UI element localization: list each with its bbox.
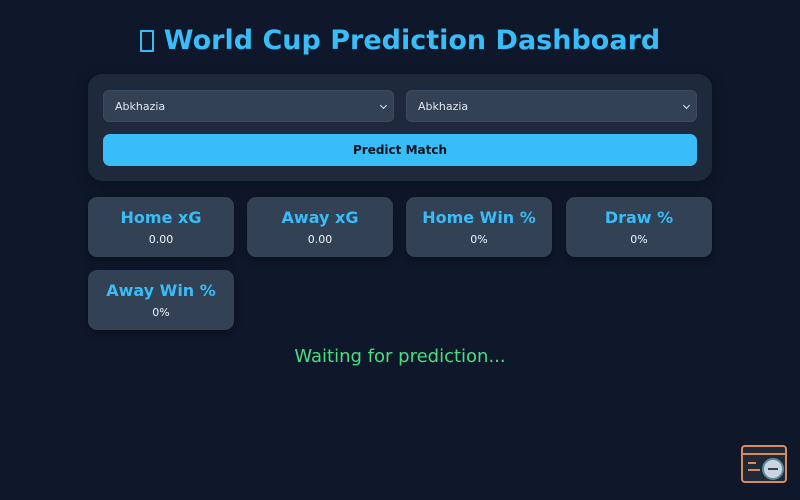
magnifier-icon — [762, 458, 784, 480]
trophy-icon — [139, 30, 154, 52]
predict-match-button[interactable]: Predict Match — [103, 134, 697, 166]
chevron-down-icon — [682, 101, 691, 110]
debug-widget-icon[interactable] — [741, 445, 791, 487]
stat-card-draw: Draw % 0% — [566, 197, 712, 257]
prediction-status: Waiting for prediction... — [294, 346, 506, 367]
stat-card-home-xg: Home xG 0.00 — [88, 197, 234, 257]
stat-label: Draw % — [604, 208, 674, 227]
dashboard-page: World Cup Prediction Dashboard Abkhazia … — [0, 0, 800, 500]
stat-value: 0% — [470, 233, 488, 246]
away-team-value: Abkhazia — [418, 99, 469, 113]
prediction-form: Abkhazia Abkhazia Predict Match — [88, 74, 712, 181]
home-team-select[interactable]: Abkhazia — [103, 90, 394, 122]
page-title-text: World Cup Prediction Dashboard — [163, 25, 661, 56]
stat-value: 0.00 — [307, 233, 333, 246]
stat-label: Home Win % — [422, 208, 536, 227]
chevron-down-icon — [379, 101, 388, 110]
stat-label: Away xG — [281, 208, 359, 227]
stat-value: 0% — [152, 306, 170, 319]
page-title: World Cup Prediction Dashboard — [0, 24, 800, 58]
stat-card-home-win: Home Win % 0% — [406, 197, 552, 257]
away-team-select[interactable]: Abkhazia — [406, 90, 697, 122]
stat-value: 0.00 — [148, 233, 174, 246]
stat-card-away-xg: Away xG 0.00 — [247, 197, 393, 257]
stat-label: Away Win % — [106, 281, 216, 300]
stat-card-away-win: Away Win % 0% — [88, 270, 234, 330]
stat-value: 0% — [630, 233, 648, 246]
stat-label: Home xG — [120, 208, 202, 227]
home-team-value: Abkhazia — [115, 99, 166, 113]
